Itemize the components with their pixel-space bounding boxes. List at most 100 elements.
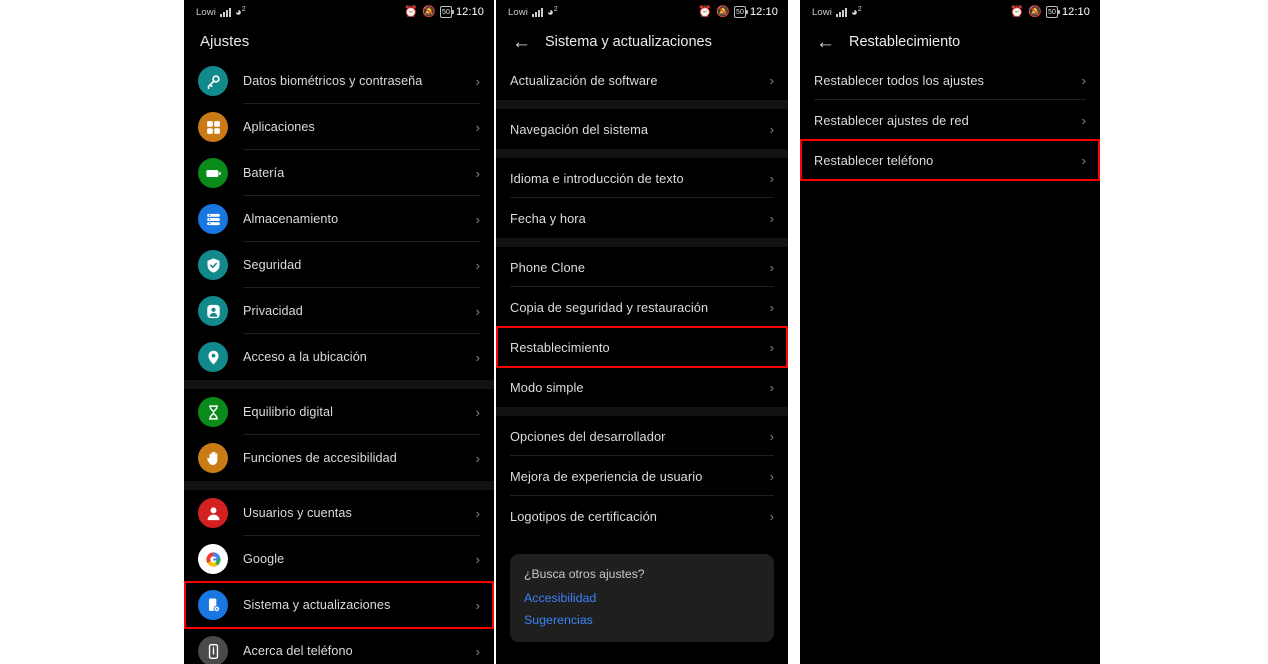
carrier-label: Lowi bbox=[508, 6, 528, 18]
status-bar-left: Lowi ◕2 bbox=[508, 6, 558, 19]
settings-row-copia-de-seguridad-y-restauracion[interactable]: Copia de seguridad y restauración › bbox=[496, 287, 788, 327]
reset-list: Restablecer todos los ajustes › Restablece… bbox=[800, 60, 1100, 181]
settings-row-label: Modo simple bbox=[510, 379, 584, 395]
settings-row-label: Opciones del desarrollador bbox=[510, 428, 666, 444]
settings-row-label: Phone Clone bbox=[510, 259, 586, 275]
settings-row-google[interactable]: Google › bbox=[184, 536, 494, 582]
hourglass-icon bbox=[198, 397, 228, 427]
group-separator bbox=[496, 407, 788, 416]
settings-row-label: Actualización de software bbox=[510, 72, 658, 88]
system-updates-panel: Lowi ◕2 ⏰ 🔕 50 12:10 ← Sistema y actuali… bbox=[496, 0, 788, 664]
back-arrow-icon[interactable]: ← bbox=[512, 33, 531, 52]
settings-group: Datos biométricos y contraseña › Aplicacio… bbox=[184, 58, 494, 380]
privacy-person-icon bbox=[198, 296, 228, 326]
page-title: Ajustes bbox=[200, 32, 250, 50]
settings-group: Navegación del sistema › bbox=[496, 109, 788, 149]
link-accesibilidad[interactable]: Accesibilidad bbox=[524, 591, 760, 605]
link-sugerencias[interactable]: Sugerencias bbox=[524, 613, 760, 627]
signal-bars-icon bbox=[531, 7, 543, 17]
settings-row-label: Restablecer todos los ajustes bbox=[814, 72, 985, 88]
card-question: ¿Busca otros ajustes? bbox=[524, 567, 645, 581]
settings-row-acerca-del-telefono[interactable]: Acerca del teléfono › bbox=[184, 628, 494, 664]
mobile-data-icon: ◕2 bbox=[850, 5, 862, 19]
clock-label: 12:10 bbox=[455, 6, 484, 18]
settings-row-aplicaciones[interactable]: Aplicaciones › bbox=[184, 104, 494, 150]
settings-row-opciones-del-desarrollador[interactable]: Opciones del desarrollador › bbox=[496, 416, 788, 456]
settings-row-restablecer-ajustes-de-red[interactable]: Restablecer ajustes de red › bbox=[800, 100, 1100, 140]
chevron-right-icon: › bbox=[475, 505, 480, 521]
settings-group: Phone Clone › Copia de seguridad y restaur… bbox=[496, 247, 788, 407]
settings-row-funciones-de-accesibilidad[interactable]: Funciones de accesibilidad › bbox=[184, 435, 494, 481]
status-bar-right: ⏰ 🔕 50 12:10 bbox=[1010, 6, 1090, 18]
chevron-right-icon: › bbox=[769, 468, 774, 484]
page-title: Restablecimiento bbox=[849, 34, 961, 50]
phone-gear-icon bbox=[198, 590, 228, 620]
settings-row-sistema-y-actualizaciones[interactable]: Sistema y actualizaciones › bbox=[184, 582, 494, 628]
network-generation-label: 2 bbox=[857, 5, 862, 13]
status-bar-right: ⏰ 🔕 50 12:10 bbox=[404, 6, 484, 18]
settings-row-restablecer-todos-los-ajustes[interactable]: Restablecer todos los ajustes › bbox=[800, 60, 1100, 100]
carrier-label: Lowi bbox=[196, 6, 216, 18]
chevron-right-icon: › bbox=[475, 551, 480, 567]
settings-row-phone-clone[interactable]: Phone Clone › bbox=[496, 247, 788, 287]
settings-row-idioma-e-introduccion-de-texto[interactable]: Idioma e introducción de texto › bbox=[496, 158, 788, 198]
settings-row-bateria[interactable]: Batería › bbox=[184, 150, 494, 196]
vibrate-off-icon: 🔕 bbox=[716, 5, 730, 18]
chevron-right-icon: › bbox=[1081, 112, 1086, 128]
settings-row-label: Logotipos de certificación bbox=[510, 508, 658, 524]
settings-group: Usuarios y cuentas › Google › Sistema y actu… bbox=[184, 490, 494, 664]
settings-row-acceso-a-la-ubicacion[interactable]: Acceso a la ubicación › bbox=[184, 334, 494, 380]
settings-row-actualizacion-de-software[interactable]: Actualización de software › bbox=[496, 60, 788, 100]
settings-row-modo-simple[interactable]: Modo simple › bbox=[496, 367, 788, 407]
settings-row-restablecer-telefono[interactable]: Restablecer teléfono › bbox=[800, 140, 1100, 180]
system-list: Actualización de software › Navegación del… bbox=[496, 60, 788, 536]
chevron-right-icon: › bbox=[769, 508, 774, 524]
settings-group: Opciones del desarrollador › Mejora de exp… bbox=[496, 416, 788, 536]
settings-row-seguridad[interactable]: Seguridad › bbox=[184, 242, 494, 288]
settings-row-equilibrio-digital[interactable]: Equilibrio digital › bbox=[184, 389, 494, 435]
settings-row-usuarios-y-cuentas[interactable]: Usuarios y cuentas › bbox=[184, 490, 494, 536]
hand-icon bbox=[198, 443, 228, 473]
settings-row-fecha-y-hora[interactable]: Fecha y hora › bbox=[496, 198, 788, 238]
group-separator bbox=[496, 149, 788, 158]
signal-bars-icon bbox=[835, 7, 847, 17]
settings-row-navegacion-del-sistema[interactable]: Navegación del sistema › bbox=[496, 109, 788, 149]
battery-icon: 50 bbox=[1045, 6, 1060, 18]
settings-row-almacenamiento[interactable]: Almacenamiento › bbox=[184, 196, 494, 242]
settings-group: Restablecer todos los ajustes › Restablece… bbox=[800, 60, 1100, 181]
screenshot-stage: Lowi ◕2 ⏰ 🔕 50 12:10 Ajustes Datos biomé… bbox=[0, 0, 1268, 664]
settings-row-restablecimiento[interactable]: Restablecimiento › bbox=[496, 327, 788, 367]
phone-info-icon bbox=[198, 636, 228, 664]
back-arrow-icon[interactable]: ← bbox=[816, 33, 835, 52]
key-icon bbox=[198, 66, 228, 96]
battery-level-label: 50 bbox=[735, 8, 744, 16]
chevron-right-icon: › bbox=[475, 643, 480, 659]
settings-row-label: Usuarios y cuentas bbox=[243, 506, 352, 520]
reset-header: ← Restablecimiento bbox=[800, 24, 1100, 60]
carrier-label: Lowi bbox=[812, 6, 832, 18]
chevron-right-icon: › bbox=[475, 450, 480, 466]
alarm-icon: ⏰ bbox=[404, 5, 419, 18]
settings-group: Equilibrio digital › Funciones de accesibi… bbox=[184, 389, 494, 481]
settings-row-label: Copia de seguridad y restauración bbox=[510, 299, 709, 315]
settings-list: Datos biométricos y contraseña › Aplicacio… bbox=[184, 58, 494, 664]
chevron-right-icon: › bbox=[475, 404, 480, 420]
settings-row-datos-biometricos-y-contrasena[interactable]: Datos biométricos y contraseña › bbox=[184, 58, 494, 104]
settings-panel: Lowi ◕2 ⏰ 🔕 50 12:10 Ajustes Datos biomé… bbox=[184, 0, 494, 664]
settings-row-label: Google bbox=[243, 552, 285, 566]
settings-row-label: Seguridad bbox=[243, 258, 302, 272]
chevron-right-icon: › bbox=[769, 428, 774, 444]
battery-level-label: 50 bbox=[1047, 8, 1056, 16]
mobile-data-icon: ◕2 bbox=[234, 5, 246, 19]
settings-group: Idioma e introducción de texto › Fecha y h… bbox=[496, 158, 788, 238]
settings-row-privacidad[interactable]: Privacidad › bbox=[184, 288, 494, 334]
chevron-right-icon: › bbox=[475, 211, 480, 227]
mobile-data-icon: ◕2 bbox=[546, 5, 558, 19]
settings-row-label: Restablecer teléfono bbox=[814, 152, 934, 168]
status-bar-left: Lowi ◕2 bbox=[812, 6, 862, 19]
settings-row-logotipos-de-certificacion[interactable]: Logotipos de certificación › bbox=[496, 496, 788, 536]
network-generation-label: 2 bbox=[241, 5, 246, 13]
settings-row-mejora-de-experiencia-de-usuario[interactable]: Mejora de experiencia de usuario › bbox=[496, 456, 788, 496]
settings-row-label: Almacenamiento bbox=[243, 212, 339, 226]
battery-icon: 50 bbox=[733, 6, 748, 18]
